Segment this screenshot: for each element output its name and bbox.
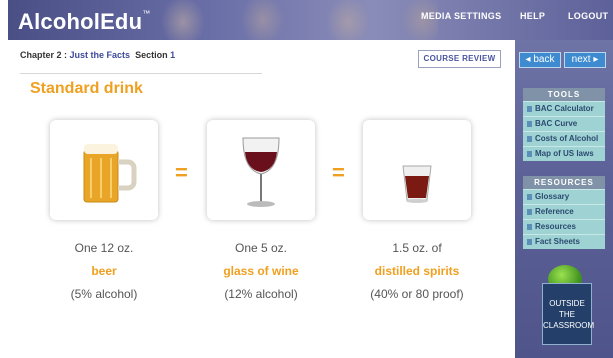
next-button[interactable]: next ▸ bbox=[564, 52, 606, 68]
media-settings-link[interactable]: MEDIA SETTINGS bbox=[421, 11, 501, 21]
resource-reference[interactable]: Reference bbox=[523, 204, 605, 219]
tool-bac-curve[interactable]: BAC Curve bbox=[523, 116, 605, 131]
resources-panel: RESOURCES Glossary Reference Resources F… bbox=[523, 176, 605, 249]
course-review-button[interactable]: COURSE REVIEW bbox=[418, 50, 501, 68]
help-link[interactable]: HELP bbox=[520, 11, 545, 21]
tools-panel: TOOLS BAC Calculator BAC Curve Costs of … bbox=[523, 88, 605, 161]
header-bar: AlcoholEdu™ MEDIA SETTINGS HELP LOGOUT bbox=[8, 0, 613, 40]
outside-the-classroom-logo: OUTSIDE THE CLASSROOM bbox=[542, 283, 594, 345]
wine-card bbox=[207, 120, 315, 220]
breadcrumb: Chapter 2 : Just the Facts Section 1 bbox=[20, 50, 176, 60]
resources-header: RESOURCES bbox=[523, 176, 605, 189]
divider bbox=[20, 73, 262, 74]
beer-mug-icon bbox=[83, 144, 137, 203]
logout-link[interactable]: LOGOUT bbox=[568, 11, 608, 21]
section-link[interactable]: 1 bbox=[170, 50, 175, 60]
equals-sign: = bbox=[332, 160, 345, 185]
tool-map-of-us-laws[interactable]: Map of US laws bbox=[523, 146, 605, 161]
page-title: Standard drink bbox=[30, 80, 143, 97]
tool-costs-of-alcohol[interactable]: Costs of Alcohol bbox=[523, 131, 605, 146]
resource-glossary[interactable]: Glossary bbox=[523, 189, 605, 204]
tools-header: TOOLS bbox=[523, 88, 605, 101]
back-button[interactable]: ◂ back bbox=[519, 52, 561, 68]
equals-sign: = bbox=[175, 160, 188, 185]
alcoholedu-logo: AlcoholEdu™ bbox=[18, 9, 151, 34]
beer-card bbox=[50, 120, 158, 220]
resource-resources[interactable]: Resources bbox=[523, 219, 605, 234]
wine-glass-icon bbox=[242, 137, 280, 207]
chapter-link[interactable]: Just the Facts bbox=[70, 50, 131, 60]
spirits-card bbox=[363, 120, 471, 220]
shot-glass-icon bbox=[402, 165, 432, 203]
tool-bac-calculator[interactable]: BAC Calculator bbox=[523, 101, 605, 116]
spirits-caption: 1.5 oz. of distilled spirits (40% or 80 … bbox=[370, 241, 464, 301]
header-photo-banner bbox=[138, 0, 438, 40]
resource-fact-sheets[interactable]: Fact Sheets bbox=[523, 234, 605, 249]
wine-caption: One 5 oz. glass of wine (12% alcohol) bbox=[223, 241, 299, 301]
app-frame: AlcoholEdu™ MEDIA SETTINGS HELP LOGOUT C… bbox=[8, 0, 613, 358]
beer-caption: One 12 oz. beer (5% alcohol) bbox=[70, 241, 138, 301]
